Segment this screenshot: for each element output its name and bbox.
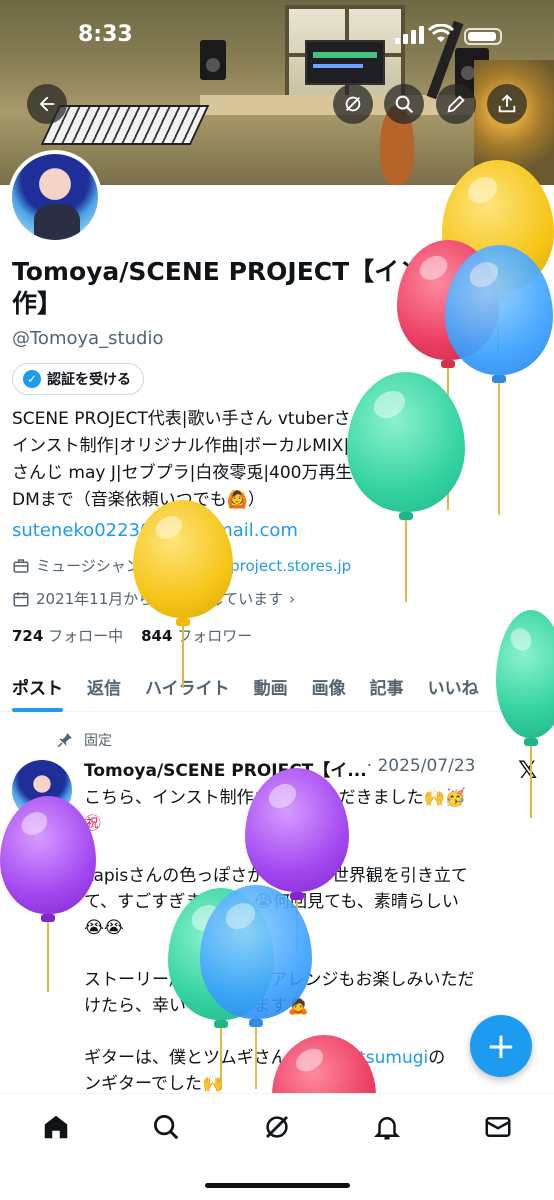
- tab-likes[interactable]: いいね: [416, 662, 491, 712]
- balloon-yellow-small: [133, 500, 233, 688]
- calendar-icon: [13, 591, 29, 606]
- pinned-indicator: 固定: [56, 730, 112, 750]
- nav-grok[interactable]: [262, 1112, 292, 1142]
- post-date[interactable]: · 2025/07/23: [367, 756, 476, 781]
- tab-posts[interactable]: ポスト: [0, 662, 75, 712]
- balloon-blue-bottom: [200, 885, 312, 1089]
- tab-articles[interactable]: 記事: [358, 662, 416, 712]
- pinned-label: 固定: [84, 733, 112, 749]
- back-button[interactable]: [27, 84, 67, 124]
- profile-handle: @Tomoya_studio: [12, 328, 164, 349]
- grok-icon: [266, 1116, 288, 1138]
- profile-category: ミュージシャン: [36, 557, 141, 575]
- nav-home[interactable]: [41, 1112, 71, 1142]
- compose-post-button[interactable]: +: [470, 1015, 532, 1077]
- get-verified-button[interactable]: ✓ 認証を受ける: [12, 363, 144, 395]
- following-link[interactable]: 724 フォロー中: [12, 625, 123, 646]
- chevron-right-icon: ›: [289, 589, 296, 608]
- home-indicator: [205, 1183, 350, 1188]
- grok-icon: [345, 96, 361, 112]
- messages-icon: [485, 1117, 511, 1137]
- search-button[interactable]: [384, 84, 424, 124]
- post-line: 😭😭: [84, 918, 124, 938]
- edit-button[interactable]: [436, 84, 476, 124]
- balloon-green: [347, 372, 465, 602]
- followers-link[interactable]: 844 フォロワー: [141, 625, 252, 646]
- post-line-text: ギターは、僕とツムギさん: [84, 1048, 288, 1068]
- battery-icon: [464, 28, 502, 45]
- nav-notifications[interactable]: [372, 1112, 402, 1142]
- post-line: て、すごすぎます…！😭何回見ても、素晴らしい: [84, 889, 544, 915]
- pin-icon: [57, 733, 72, 748]
- briefcase-icon: [13, 558, 29, 573]
- home-icon: [44, 1115, 68, 1139]
- followers-count: 844: [141, 627, 173, 645]
- tab-images[interactable]: 画像: [300, 662, 358, 712]
- nav-search[interactable]: [151, 1112, 181, 1142]
- share-icon: [498, 94, 516, 113]
- plus-icon: +: [485, 1025, 517, 1067]
- x-logo-icon: 𝕏: [518, 756, 538, 784]
- cellular-signal-icon: [395, 26, 424, 44]
- post-line-text: の: [428, 1048, 446, 1068]
- balloon-purple-left: [0, 796, 96, 992]
- back-icon: [39, 96, 55, 112]
- post-line: ストーリー展開していくアレンジもお楽しみいただ: [84, 967, 544, 993]
- status-time: 8:33: [78, 22, 133, 47]
- tab-videos[interactable]: 動画: [242, 662, 300, 712]
- balloon-green-right: [496, 610, 554, 818]
- following-label: フォロー中: [48, 627, 124, 645]
- get-verified-label: 認証を受ける: [47, 372, 131, 388]
- banner-keyboard: [40, 105, 210, 145]
- grok-button[interactable]: [333, 84, 373, 124]
- status-bar: 8:33: [0, 0, 554, 70]
- nav-messages[interactable]: [483, 1112, 513, 1142]
- verified-badge-icon: ✓: [23, 370, 41, 388]
- search-icon: [154, 1115, 179, 1140]
- notifications-icon: [373, 1117, 401, 1140]
- profile-tabs: ポスト 返信 ハイライト 動画 画像 記事 いいね: [0, 662, 554, 712]
- balloon-purple: [245, 768, 349, 952]
- search-icon: [395, 95, 414, 114]
- following-count: 724: [12, 627, 44, 645]
- post-line: けたら、幸いでございます🙇: [84, 993, 544, 1019]
- tab-replies[interactable]: 返信: [75, 662, 133, 712]
- profile-avatar[interactable]: [8, 150, 102, 244]
- post-line: [84, 941, 544, 967]
- share-button[interactable]: [487, 84, 527, 124]
- wifi-icon: [428, 24, 454, 42]
- edit-icon: [447, 95, 465, 113]
- followers-label: フォロワー: [177, 627, 253, 645]
- tab-highlights[interactable]: ハイライト: [133, 662, 242, 712]
- follow-counts: 724 フォロー中 844 フォロワー: [12, 625, 252, 646]
- balloon-blue: [445, 245, 553, 515]
